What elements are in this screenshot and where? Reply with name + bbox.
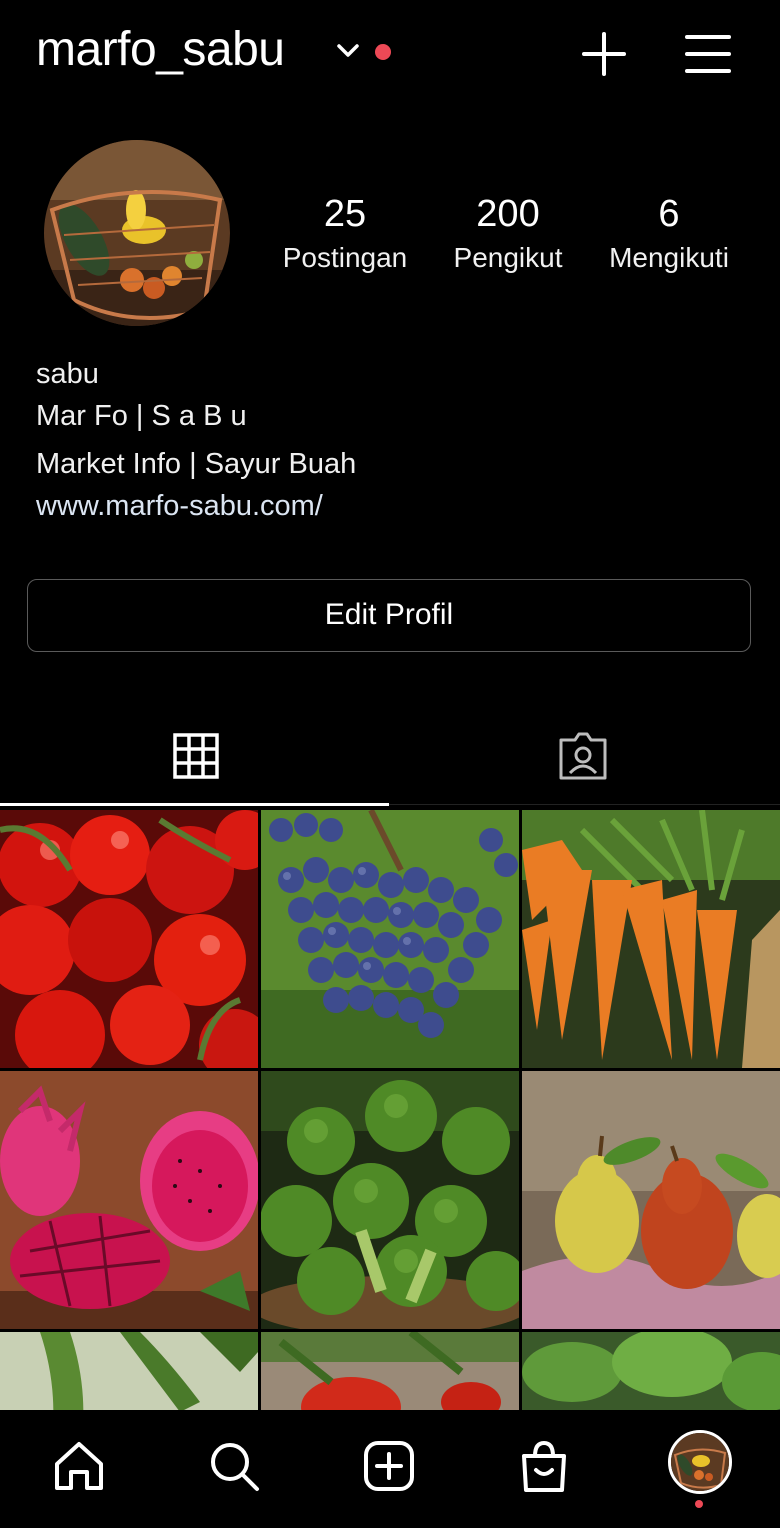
- chevron-down-icon[interactable]: [334, 40, 362, 62]
- active-tab-indicator: [0, 803, 389, 806]
- post-broccoli[interactable]: [261, 1071, 519, 1329]
- posts-label: Postingan: [282, 242, 408, 273]
- post-pears[interactable]: [522, 1071, 780, 1329]
- post-carrots[interactable]: [522, 810, 780, 1068]
- post-grapes[interactable]: [261, 810, 519, 1068]
- notification-dot: [375, 44, 391, 60]
- tagged-icon[interactable]: [555, 728, 611, 784]
- post-dragon-fruit[interactable]: [0, 1071, 258, 1329]
- website-link[interactable]: www.marfo-sabu.com/: [36, 486, 736, 530]
- plus-icon[interactable]: [578, 28, 630, 80]
- posts-number: 25: [323, 193, 367, 235]
- bio-line-2: Market Info | Sayur Buah: [36, 448, 357, 480]
- username[interactable]: marfo_sabu: [36, 22, 285, 77]
- top-bar: marfo_sabu: [0, 0, 780, 110]
- post-tomatoes[interactable]: [0, 810, 258, 1068]
- post-apples[interactable]: [261, 1332, 519, 1410]
- home-icon[interactable]: [51, 1438, 107, 1494]
- activity-dot: [695, 1500, 703, 1508]
- followers-count[interactable]: 200 Pengikut: [440, 190, 576, 278]
- following-number: 6: [658, 193, 680, 235]
- bottom-navigation: [0, 1410, 780, 1528]
- post-leafy-greens[interactable]: [522, 1332, 780, 1410]
- search-icon[interactable]: [206, 1438, 262, 1494]
- post-cucumbers[interactable]: [0, 1332, 258, 1410]
- profile-avatar[interactable]: [44, 140, 230, 326]
- posts-count: 25 Postingan: [270, 190, 420, 278]
- profile-avatar-nav[interactable]: [668, 1430, 732, 1494]
- followers-number: 200: [476, 193, 540, 235]
- grid-icon[interactable]: [168, 728, 224, 784]
- menu-icon[interactable]: [682, 28, 734, 80]
- following-count[interactable]: 6 Mengikuti: [592, 190, 746, 278]
- bio-line-1: Mar Fo | S a B u: [36, 400, 247, 432]
- followers-label: Pengikut: [453, 242, 563, 273]
- display-name: sabu: [36, 358, 99, 390]
- bio: sabu Mar Fo | S a B u Market Info | Sayu…: [36, 354, 736, 530]
- following-label: Mengikuti: [609, 242, 729, 273]
- edit-profile-button[interactable]: Edit Profil: [27, 579, 751, 652]
- shop-icon[interactable]: [516, 1438, 572, 1494]
- posts-grid: [0, 810, 780, 1410]
- tab-divider: [389, 804, 780, 805]
- create-icon[interactable]: [361, 1438, 417, 1494]
